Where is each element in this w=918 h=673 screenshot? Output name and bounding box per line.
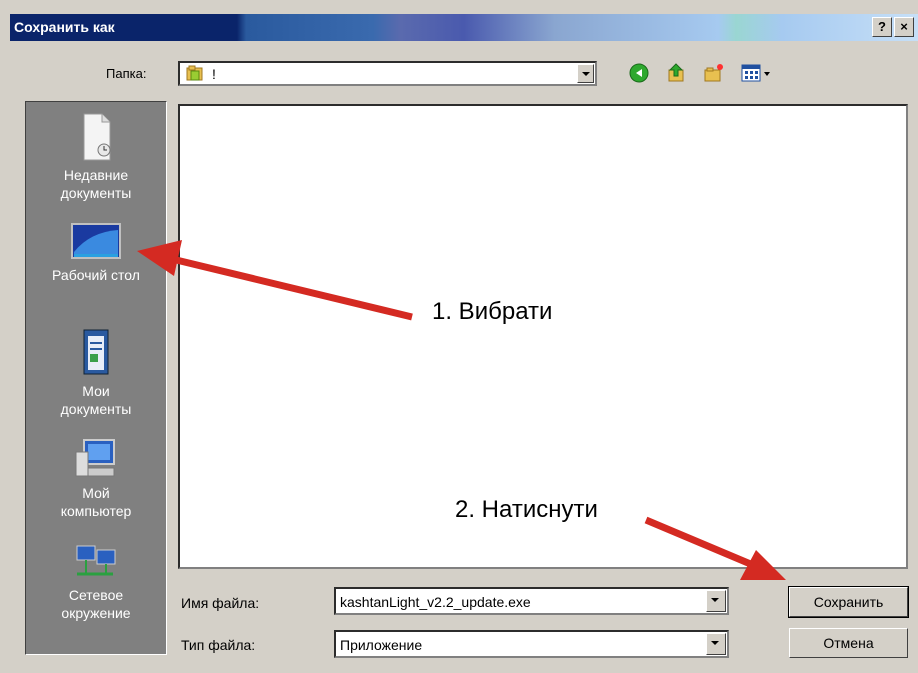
annotation-arrows xyxy=(137,240,786,580)
annotation-step2: 2. Натиснути xyxy=(455,496,598,523)
arrow-to-desktop xyxy=(167,254,413,321)
save-as-dialog: Сохранить как ? × Папка: ! Недавние доку… xyxy=(0,0,918,673)
arrow-to-save xyxy=(644,516,762,572)
annotation-step1: 1. Вибрати xyxy=(432,298,553,325)
arrowhead-desktop xyxy=(137,240,182,276)
